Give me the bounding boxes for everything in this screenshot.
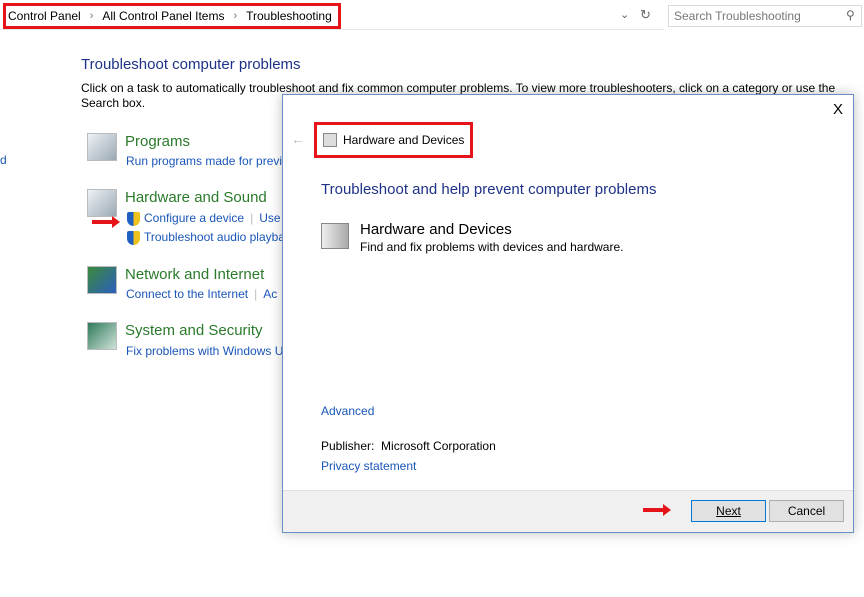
category-programs[interactable]: Programs [125, 133, 190, 150]
dialog-footer: Next Cancel [283, 490, 853, 532]
refresh-icon[interactable]: ↻ [640, 7, 651, 23]
troubleshooter-dialog: X ← Hardware and Devices Troubleshoot an… [282, 94, 854, 533]
cancel-button[interactable]: Cancel [769, 500, 844, 522]
network-icon[interactable] [87, 266, 117, 294]
search-icon[interactable]: ⚲ [846, 8, 855, 22]
hardware-devices-icon[interactable] [321, 223, 349, 249]
sidebar-fragment[interactable]: d [0, 153, 7, 167]
link-connect-internet[interactable]: Connect to the Internet [126, 287, 248, 301]
shield-icon [127, 230, 140, 245]
publisher-label: Publisher: [321, 439, 375, 453]
breadcrumb-control-panel[interactable]: Control Panel [8, 9, 81, 23]
link-configure-device[interactable]: Configure a device [144, 211, 244, 225]
hardware-devices-icon [323, 133, 337, 147]
divider: | [254, 287, 258, 301]
link-run-old-programs[interactable]: Run programs made for previ [126, 154, 282, 168]
publisher-value: Microsoft Corporation [381, 439, 496, 453]
audio-row: Troubleshoot audio playba [127, 230, 285, 245]
category-network[interactable]: Network and Internet [125, 266, 264, 283]
shield-icon [127, 211, 140, 226]
divider: | [250, 211, 254, 225]
item-title[interactable]: Hardware and Devices [360, 221, 512, 238]
hardware-sound-icon[interactable] [87, 189, 117, 217]
chevron-right-icon: › [89, 10, 94, 22]
search-placeholder: Search Troubleshooting [674, 9, 801, 23]
dialog-header: Hardware and Devices [314, 122, 474, 158]
item-description: Find and fix problems with devices and h… [360, 240, 624, 254]
close-button[interactable]: X [833, 101, 843, 118]
link-troubleshoot-audio[interactable]: Troubleshoot audio playba [144, 230, 285, 244]
page-title: Troubleshoot computer problems [81, 56, 301, 73]
next-button[interactable]: Next [691, 500, 766, 522]
back-arrow-icon[interactable]: ← [291, 131, 305, 147]
red-arrow-annotation [643, 504, 671, 516]
programs-icon[interactable] [87, 133, 117, 161]
dialog-heading: Troubleshoot and help prevent computer p… [321, 181, 657, 198]
link-ac[interactable]: Ac [263, 287, 277, 301]
configure-device-row: Configure a device | Use [127, 211, 281, 226]
dialog-header-title: Hardware and Devices [343, 133, 465, 147]
network-links: Connect to the Internet | Ac [126, 287, 277, 301]
category-hardware-sound[interactable]: Hardware and Sound [125, 189, 267, 206]
link-use[interactable]: Use [259, 211, 280, 225]
search-input[interactable]: Search Troubleshooting [668, 5, 862, 27]
privacy-link[interactable]: Privacy statement [321, 459, 416, 473]
chevron-right-icon: › [233, 10, 238, 22]
breadcrumb: Control Panel › All Control Panel Items … [3, 3, 341, 29]
advanced-link[interactable]: Advanced [321, 404, 374, 418]
link-windows-update[interactable]: Fix problems with Windows U [126, 344, 283, 358]
category-system-security[interactable]: System and Security [125, 322, 263, 339]
breadcrumb-all-items[interactable]: All Control Panel Items [102, 9, 224, 23]
publisher-row: Publisher: Microsoft Corporation [321, 439, 496, 453]
breadcrumb-troubleshooting[interactable]: Troubleshooting [246, 9, 332, 23]
system-security-icon[interactable] [87, 322, 117, 350]
chevron-down-icon[interactable]: ⌄ [620, 8, 629, 21]
red-arrow-annotation [92, 216, 120, 228]
